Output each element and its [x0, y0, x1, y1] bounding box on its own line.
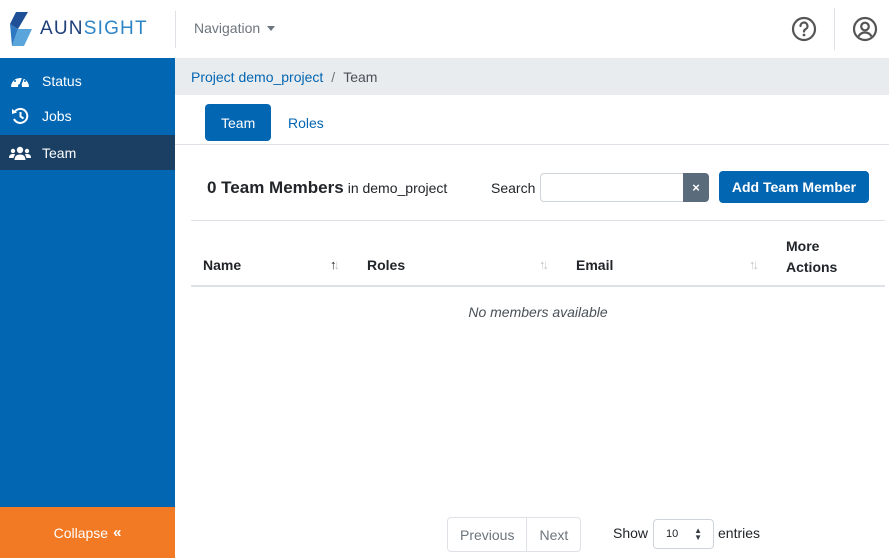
breadcrumb-project-link[interactable]: Project demo_project [191, 69, 323, 85]
top-navbar: AUNSIGHT Navigation [0, 0, 889, 58]
column-header-roles[interactable]: Roles [367, 257, 405, 273]
tab-team[interactable]: Team [205, 104, 272, 141]
sidebar-item-label: Team [42, 144, 77, 161]
user-menu-button[interactable] [852, 16, 878, 42]
add-team-member-button[interactable]: Add Team Member [719, 171, 869, 203]
tab-bar: Team Roles [175, 95, 889, 145]
sort-icon[interactable]: ↑↓ [539, 257, 549, 272]
team-summary: 0 Team Members in demo_project [207, 178, 447, 198]
logo-text-light: SIGHT [83, 18, 148, 39]
dashboard-icon [9, 72, 31, 90]
navbar-divider [175, 11, 176, 48]
table-header: Name ↑↓ Roles ↑↓ Email ↑↓ More Actions [191, 221, 885, 287]
pagination: Previous Next [447, 517, 582, 552]
column-header-email[interactable]: Email [576, 257, 613, 273]
sidebar-item-jobs[interactable]: Jobs [0, 98, 175, 133]
previous-page-button[interactable]: Previous [448, 518, 526, 551]
member-count: 0 Team Members [207, 178, 344, 197]
tab-roles[interactable]: Roles [272, 104, 340, 141]
search-input[interactable] [540, 173, 684, 202]
sidebar: Status Jobs Team Collapse « [0, 58, 175, 558]
user-circle-icon [852, 16, 878, 42]
column-header-more-actions: More Actions [786, 236, 837, 278]
navigation-label: Navigation [194, 20, 261, 36]
history-icon [9, 107, 31, 125]
search-label: Search [491, 180, 536, 196]
project-context: in demo_project [347, 180, 448, 196]
aunsight-logo[interactable]: AUNSIGHT [8, 12, 148, 46]
navigation-dropdown[interactable]: Navigation [194, 20, 276, 36]
help-button[interactable] [791, 16, 817, 42]
select-arrows-icon: ▲ ▼ [694, 526, 702, 542]
sidebar-item-label: Jobs [42, 107, 72, 124]
page-length-value: 10 [666, 528, 679, 540]
collapse-sidebar-button[interactable]: Collapse « [0, 507, 175, 558]
collapse-label: Collapse [53, 524, 109, 541]
breadcrumb-separator: / [331, 68, 336, 85]
breadcrumb: Project demo_project / Team [175, 58, 889, 95]
sidebar-item-team[interactable]: Team [0, 135, 175, 170]
clear-search-button[interactable]: × [683, 173, 709, 202]
column-header-name[interactable]: Name [203, 257, 241, 273]
logo-text: AUNSIGHT [40, 18, 148, 40]
column-header-line: More [786, 238, 820, 254]
column-header-line: Actions [786, 259, 838, 275]
sidebar-item-label: Status [42, 72, 82, 89]
logo-mark-icon [10, 12, 32, 46]
logo-text-dark: AUN [40, 18, 84, 39]
chevrons-left-icon: « [113, 524, 122, 541]
sort-icon[interactable]: ↑↓ [749, 257, 759, 272]
caret-down-icon [267, 25, 276, 31]
show-label: Show [613, 525, 649, 541]
navbar-divider-right [834, 8, 835, 50]
sidebar-item-status[interactable]: Status [0, 63, 175, 98]
breadcrumb-current: Team [343, 68, 378, 85]
close-icon: × [692, 180, 700, 195]
help-circle-icon [791, 16, 817, 42]
users-icon [9, 144, 31, 162]
next-page-button[interactable]: Next [526, 518, 580, 551]
empty-table-message: No members available [468, 304, 608, 320]
entries-label: entries [718, 525, 761, 541]
sort-ascending-icon[interactable]: ↑↓ [330, 257, 340, 272]
page-length-select[interactable]: 10 ▲ ▼ [653, 519, 714, 549]
